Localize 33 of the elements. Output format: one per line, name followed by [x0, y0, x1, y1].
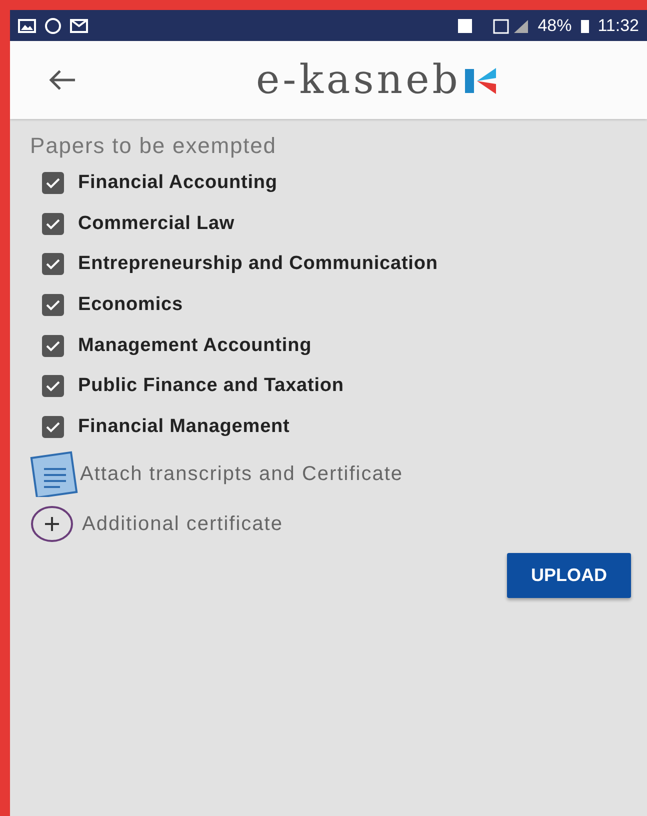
logo-icon — [464, 65, 497, 95]
app-title: e-kasneb — [256, 57, 461, 103]
mail-icon — [70, 18, 88, 32]
battery-percentage: 48% — [538, 16, 572, 36]
clock-time: 11:32 — [598, 16, 639, 36]
battery-icon — [580, 18, 590, 34]
paper-label[interactable]: Management Accounting — [78, 334, 312, 357]
check-icon — [46, 218, 60, 230]
plus-circle-icon — [30, 505, 74, 544]
checkbox[interactable] — [42, 294, 64, 316]
upload-button[interactable]: UPLOAD — [507, 553, 631, 598]
checkbox[interactable] — [42, 375, 64, 398]
paper-label[interactable]: Commercial Law — [78, 212, 235, 235]
checkbox[interactable] — [42, 416, 64, 438]
additional-certificate-link[interactable]: Additional certificate — [30, 505, 647, 544]
gallery-icon — [18, 18, 36, 32]
checkbox[interactable] — [42, 253, 64, 276]
check-icon — [46, 380, 60, 392]
paper-label[interactable]: Financial Accounting — [78, 172, 278, 194]
paper-label[interactable]: Financial Management — [78, 416, 290, 438]
check-icon — [46, 340, 60, 352]
check-icon — [46, 299, 60, 312]
checkbox[interactable] — [42, 212, 64, 235]
checkbox[interactable] — [42, 334, 64, 357]
paper-label[interactable]: Public Finance and Taxation — [78, 375, 344, 398]
attach-link[interactable]: Attach transcripts and Certificate — [30, 451, 647, 498]
check-icon — [46, 420, 60, 433]
check-icon — [46, 177, 60, 190]
paper-label[interactable]: Economics — [78, 294, 183, 316]
checkbox[interactable] — [42, 172, 64, 194]
paper-label[interactable]: Entrepreneurship and Communication — [78, 253, 438, 276]
check-icon — [46, 258, 60, 270]
section-title: Papers to be exempted — [30, 133, 278, 159]
